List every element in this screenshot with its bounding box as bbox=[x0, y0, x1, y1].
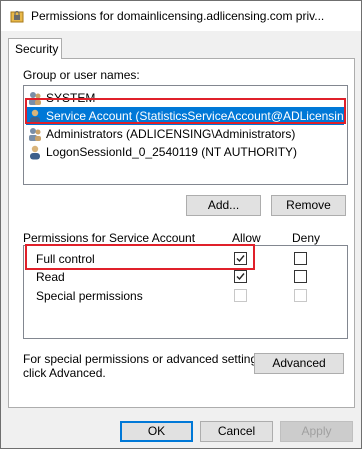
perm-row-label: Full control bbox=[36, 252, 95, 266]
deny-full-control-checkbox[interactable] bbox=[294, 252, 307, 265]
allow-column-header: Allow bbox=[232, 231, 261, 245]
permissions-header-label: Permissions for Service Account bbox=[23, 231, 196, 245]
deny-special-permissions-checkbox bbox=[294, 289, 307, 302]
permissions-dialog: Permissions for domainlicensing.adlicens… bbox=[0, 0, 362, 449]
permissions-table: Full control Read Special permissions bbox=[23, 245, 348, 339]
list-item-label: LogonSessionId_0_2540119 (NT AUTHORITY) bbox=[46, 145, 298, 159]
user-icon bbox=[30, 109, 40, 124]
users-icon bbox=[29, 128, 41, 141]
list-item-administrators[interactable]: Administrators (ADLICENSING\Administrato… bbox=[26, 125, 344, 143]
security-panel: Group or user names: SYSTEM Service Acco… bbox=[8, 58, 355, 408]
list-item-label: Service Account (StatisticsServiceAccoun… bbox=[46, 109, 344, 123]
advanced-button[interactable]: Advanced bbox=[254, 353, 344, 374]
group-user-list[interactable]: SYSTEM Service Account (StatisticsServic… bbox=[23, 85, 348, 185]
remove-button[interactable]: Remove bbox=[271, 195, 346, 216]
list-item-label: Administrators (ADLICENSING\Administrato… bbox=[46, 127, 296, 141]
title-bar[interactable]: Permissions for domainlicensing.adlicens… bbox=[1, 1, 361, 31]
allow-full-control-checkbox[interactable] bbox=[234, 252, 247, 265]
group-names-label: Group or user names: bbox=[23, 68, 140, 82]
list-item-logon-session[interactable]: LogonSessionId_0_2540119 (NT AUTHORITY) bbox=[26, 143, 344, 161]
allow-special-permissions-checkbox bbox=[234, 289, 247, 302]
deny-column-header: Deny bbox=[292, 231, 321, 245]
perm-row-label: Read bbox=[36, 270, 65, 284]
allow-read-checkbox[interactable] bbox=[234, 270, 247, 283]
ok-button[interactable]: OK bbox=[120, 421, 193, 442]
add-button[interactable]: Add... bbox=[186, 195, 261, 216]
cancel-button[interactable]: Cancel bbox=[200, 421, 273, 442]
lock-folder-icon bbox=[10, 10, 24, 23]
user-icon bbox=[30, 145, 40, 160]
apply-button[interactable]: Apply bbox=[280, 421, 353, 442]
deny-read-checkbox[interactable] bbox=[294, 270, 307, 283]
list-item-service-account[interactable]: Service Account (StatisticsServiceAccoun… bbox=[26, 107, 344, 125]
window-title: Permissions for domainlicensing.adlicens… bbox=[31, 9, 325, 23]
advanced-hint-line2: click Advanced. bbox=[23, 366, 106, 380]
tab-security[interactable]: Security bbox=[8, 38, 62, 59]
list-item-label: SYSTEM bbox=[46, 91, 96, 105]
tab-security-label: Security bbox=[15, 42, 59, 56]
perm-row-label: Special permissions bbox=[36, 289, 143, 303]
advanced-hint-line1: For special permissions or advanced sett… bbox=[23, 352, 267, 366]
list-item-system[interactable]: SYSTEM bbox=[26, 89, 344, 107]
users-icon bbox=[29, 92, 41, 105]
